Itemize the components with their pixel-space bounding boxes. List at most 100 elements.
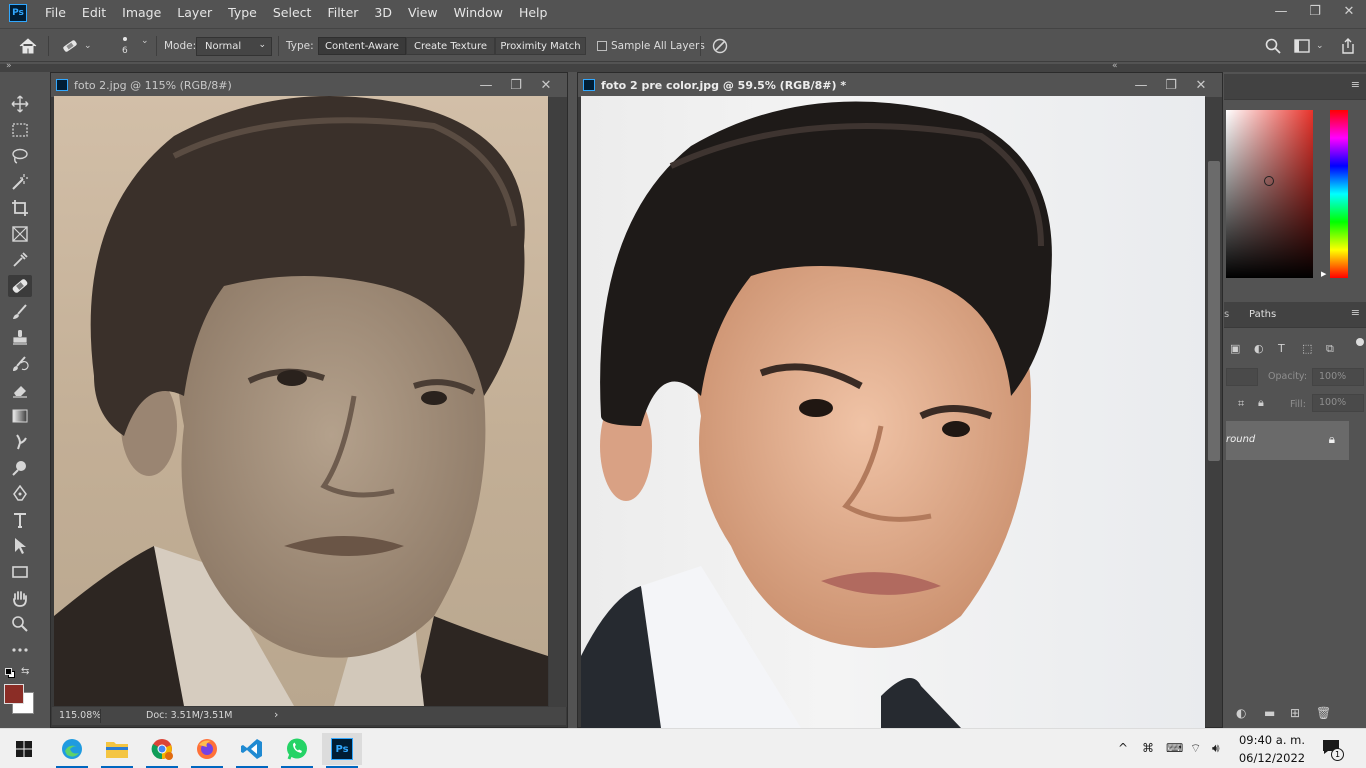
crop-tool[interactable] (8, 197, 32, 219)
doc-2-close-button[interactable]: ✕ (1186, 73, 1216, 97)
dodge-tool[interactable] (8, 457, 32, 479)
lasso-tool[interactable] (8, 145, 32, 167)
move-tool[interactable] (8, 93, 32, 115)
sample-all-layers-checkbox[interactable] (597, 41, 607, 51)
taskbar-photoshop[interactable]: Ps (322, 733, 362, 768)
menu-edit[interactable]: Edit (74, 0, 114, 26)
taskbar-whatsapp[interactable] (277, 733, 317, 768)
brush-tool[interactable] (8, 301, 32, 323)
zoom-level[interactable]: 115.08% (59, 710, 101, 721)
default-colors-icon[interactable] (5, 668, 15, 678)
original-sepia-photo[interactable] (54, 96, 548, 706)
spot-healing-brush-tool[interactable] (8, 275, 32, 297)
meet-now-icon[interactable]: ⌘ (1142, 741, 1154, 755)
opacity-input[interactable]: 100% (1312, 368, 1364, 386)
panel-menu-icon[interactable]: ≡ (1351, 306, 1360, 319)
delete-layer-icon[interactable]: 🗑︎ (1316, 706, 1331, 720)
doc-1-vertical-scrollbar[interactable] (549, 97, 567, 707)
show-hidden-icons-icon[interactable]: ^ (1118, 741, 1128, 755)
gradient-tool[interactable] (8, 405, 32, 427)
paths-tab[interactable]: Paths (1249, 309, 1276, 320)
document-2-titlebar[interactable]: foto 2 pre color.jpg @ 59.5% (RGB/8#) * … (578, 73, 1222, 97)
menu-type[interactable]: Type (220, 0, 265, 26)
hue-slider[interactable] (1330, 110, 1348, 278)
layers-tab[interactable]: s (1224, 309, 1229, 320)
search-icon[interactable] (1264, 37, 1282, 55)
hue-slider-pointer-icon[interactable]: ▶ (1321, 270, 1326, 278)
menu-view[interactable]: View (400, 0, 446, 26)
type-tool[interactable] (8, 509, 32, 531)
blend-mode-select[interactable] (1226, 368, 1258, 386)
status-menu-arrow-icon[interactable]: › (274, 708, 278, 721)
new-layer-icon[interactable]: ⊞ (1290, 706, 1300, 720)
blur-tool[interactable] (8, 431, 32, 453)
colorized-photo[interactable] (581, 96, 1205, 728)
new-group-icon[interactable]: ▬ (1264, 706, 1275, 720)
layer-row-background[interactable]: round 🔒︎ (1226, 421, 1349, 460)
lock-artboard-icon[interactable]: ⌗ (1238, 397, 1244, 411)
expand-toolbar-icon[interactable]: » (6, 61, 12, 71)
frame-tool[interactable] (8, 223, 32, 245)
filter-toggle[interactable] (1356, 338, 1364, 346)
eraser-tool[interactable] (8, 379, 32, 401)
adjustment-layer-icon[interactable]: ◐ (1236, 706, 1246, 720)
history-brush-tool[interactable] (8, 353, 32, 375)
menu-3d[interactable]: 3D (366, 0, 400, 26)
adjustment-filter-icon[interactable]: ◐ (1254, 342, 1264, 355)
color-picker-field[interactable] (1226, 110, 1313, 278)
doc-1-close-button[interactable]: ✕ (531, 73, 561, 97)
home-icon[interactable] (18, 37, 38, 55)
doc-1-restore-button[interactable]: ❐ (501, 73, 531, 97)
keyboard-icon[interactable]: ⌨ (1166, 741, 1183, 755)
clone-stamp-tool[interactable] (8, 327, 32, 349)
shape-filter-icon[interactable]: ⬚ (1302, 342, 1312, 355)
app-close-button[interactable]: ✕ (1332, 0, 1366, 22)
brush-size-picker[interactable]: 6 ⌄ (112, 34, 152, 58)
hand-tool[interactable] (8, 587, 32, 609)
start-button[interactable] (4, 733, 44, 765)
menu-filter[interactable]: Filter (319, 0, 366, 26)
doc-1-minimize-button[interactable]: — (471, 73, 501, 97)
magic-wand-tool[interactable] (8, 171, 32, 193)
taskbar-vscode[interactable] (232, 733, 272, 768)
edit-toolbar-button[interactable] (8, 639, 32, 661)
share-icon[interactable] (1340, 37, 1356, 55)
content-aware-button[interactable]: Content-Aware (318, 37, 406, 55)
taskbar-chrome[interactable] (142, 733, 182, 768)
app-minimize-button[interactable]: — (1264, 0, 1298, 22)
taskbar-firefox[interactable] (187, 733, 227, 768)
rectangle-tool[interactable] (8, 561, 32, 583)
color-picker-cursor[interactable] (1264, 176, 1274, 186)
fill-input[interactable]: 100% (1312, 394, 1364, 412)
zoom-tool[interactable] (8, 613, 32, 635)
mode-select[interactable]: Normal ⌄ (196, 37, 272, 56)
workspace-switcher[interactable]: ⌄ (1294, 38, 1324, 54)
swap-colors-icon[interactable]: ⇆ (21, 666, 29, 677)
app-restore-button[interactable]: ❐ (1298, 0, 1332, 22)
eyedropper-tool[interactable] (8, 249, 32, 271)
type-filter-icon[interactable]: T (1278, 342, 1285, 355)
menu-window[interactable]: Window (446, 0, 511, 26)
tool-preset-picker[interactable]: ⌄ (60, 36, 98, 56)
scrollbar-thumb[interactable] (1208, 161, 1220, 461)
menu-layer[interactable]: Layer (169, 0, 220, 26)
path-selection-tool[interactable] (8, 535, 32, 557)
foreground-color-swatch[interactable] (4, 684, 24, 704)
taskbar-file-explorer[interactable] (97, 733, 137, 768)
doc-2-minimize-button[interactable]: — (1126, 73, 1156, 97)
create-texture-button[interactable]: Create Texture (406, 37, 495, 55)
menu-image[interactable]: Image (114, 0, 169, 26)
pressure-size-icon[interactable] (711, 37, 729, 55)
panel-menu-icon[interactable]: ≡ (1351, 78, 1360, 91)
doc-2-restore-button[interactable]: ❐ (1156, 73, 1186, 97)
image-filter-icon[interactable]: ▣ (1230, 342, 1240, 355)
lock-all-icon[interactable]: 🔒︎ (1258, 396, 1264, 410)
network-icon[interactable]: ⌔ (1190, 741, 1201, 756)
smart-object-filter-icon[interactable]: ⧉ (1326, 342, 1334, 356)
menu-file[interactable]: File (37, 0, 74, 26)
menu-select[interactable]: Select (265, 0, 320, 26)
proximity-match-button[interactable]: Proximity Match (495, 37, 586, 55)
notification-center-button[interactable]: 1 (1322, 739, 1344, 761)
volume-icon[interactable]: 🔊︎ (1212, 741, 1220, 756)
marquee-tool[interactable] (8, 119, 32, 141)
